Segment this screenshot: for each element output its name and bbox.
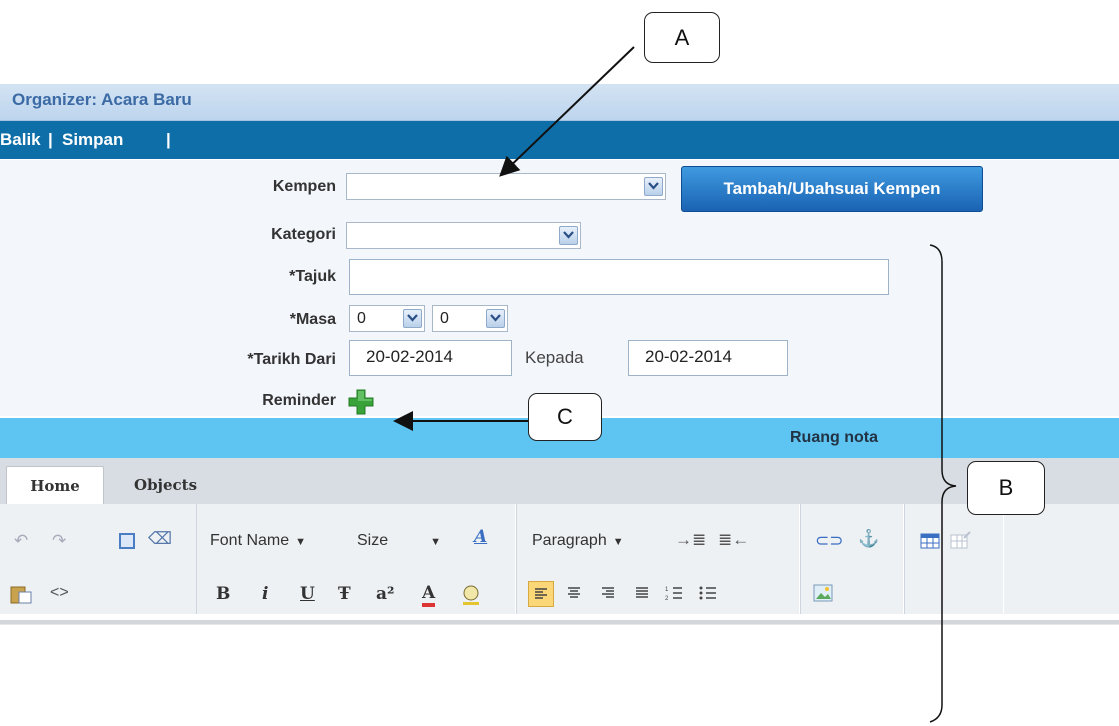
- annotation-brace-b: [929, 244, 957, 723]
- annotation-label-c: C: [528, 393, 602, 441]
- annotation-overlay: [393, 46, 957, 723]
- annotation-arrow-a: [499, 46, 635, 177]
- annotation-label-b: B: [967, 461, 1045, 515]
- annotation-label-a: A: [644, 12, 720, 63]
